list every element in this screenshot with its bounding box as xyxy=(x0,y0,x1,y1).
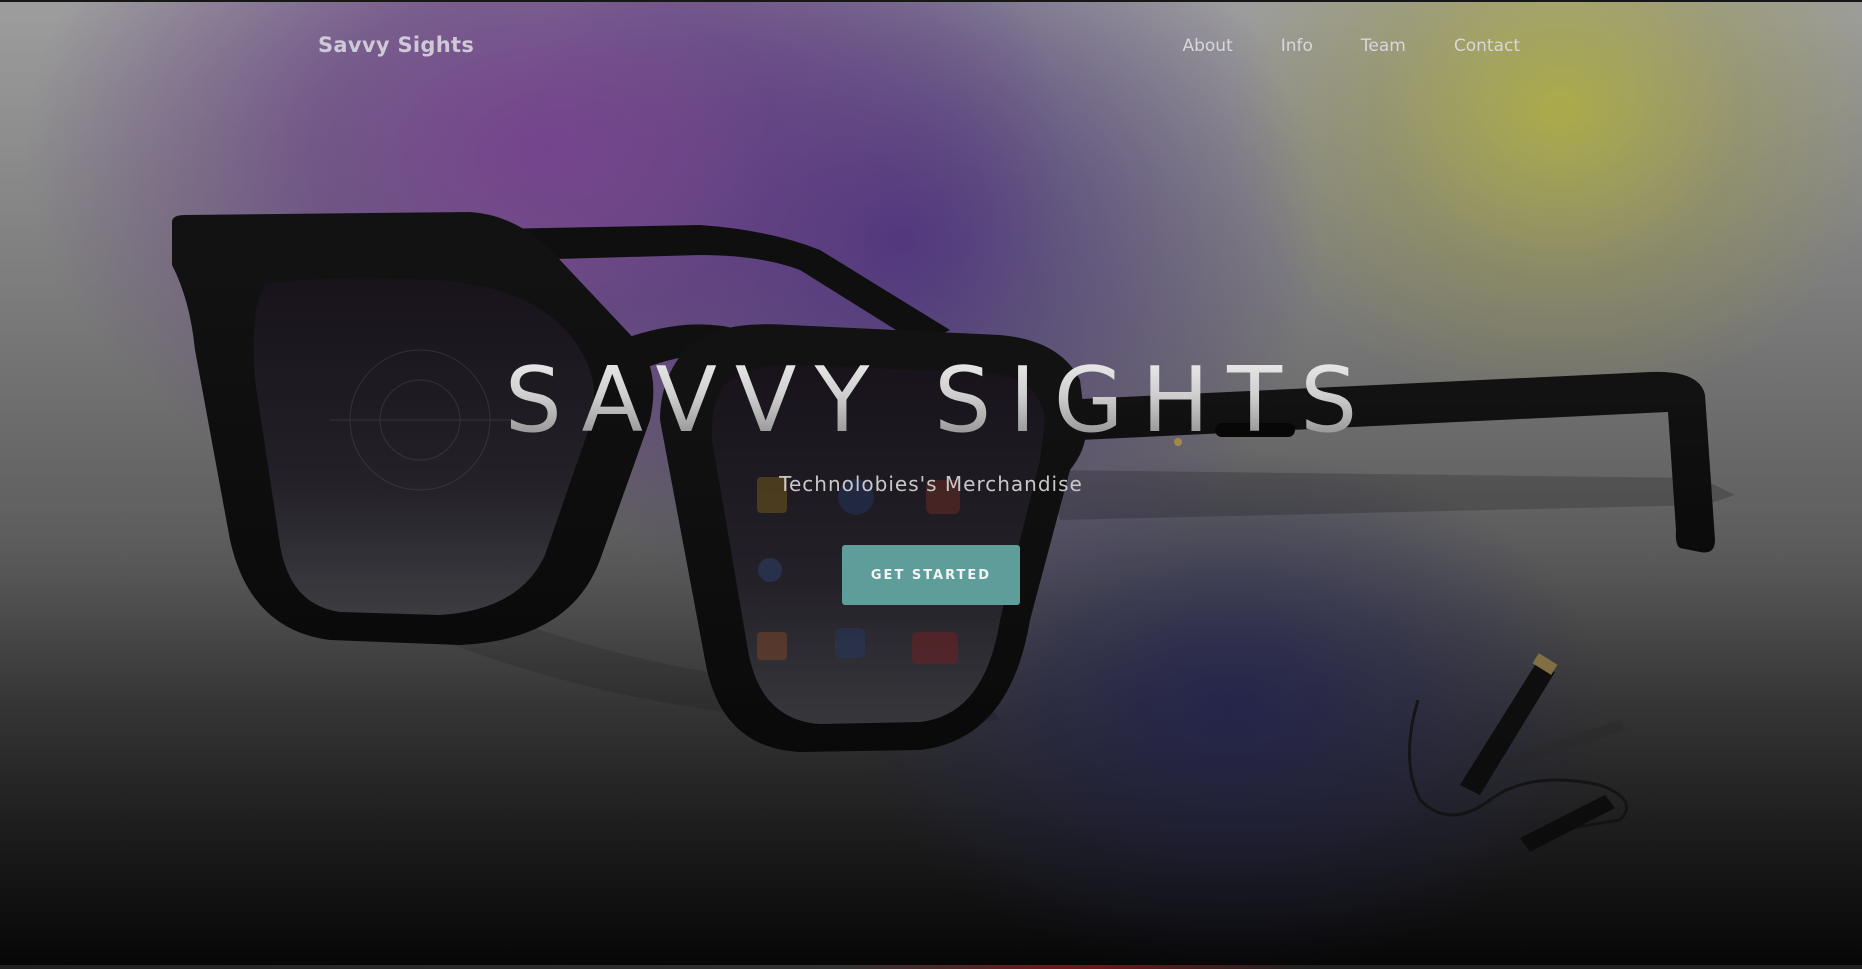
hero-subtitle: Technolobies's Merchandise xyxy=(779,472,1083,496)
nav-item-team: Team xyxy=(1313,36,1406,56)
nav-link-info[interactable]: Info xyxy=(1233,36,1313,56)
hero-section: Savvy Sights About Info Team Contact SAV… xyxy=(0,0,1862,969)
hero-title: SAVVY SIGHTS xyxy=(0,348,1862,453)
nav-link-about[interactable]: About xyxy=(1134,36,1232,56)
nav-item-about: About xyxy=(1134,36,1232,56)
brand-logo[interactable]: Savvy Sights xyxy=(318,33,474,57)
nav-link-contact[interactable]: Contact xyxy=(1406,36,1520,56)
main-nav: About Info Team Contact xyxy=(1134,36,1520,56)
nav-item-contact: Contact xyxy=(1406,36,1520,56)
get-started-button[interactable]: GET STARTED xyxy=(842,545,1020,605)
nav-link-team[interactable]: Team xyxy=(1313,36,1406,56)
nav-item-info: Info xyxy=(1233,36,1313,56)
bottom-border xyxy=(0,965,1862,969)
